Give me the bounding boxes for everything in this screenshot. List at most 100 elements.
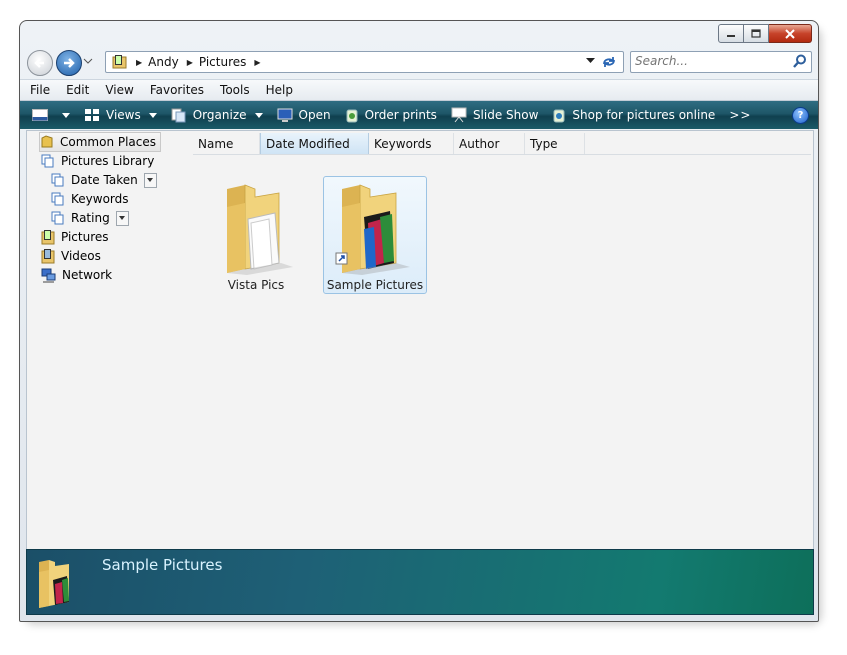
order-prints-button[interactable]: Order prints — [345, 107, 437, 123]
folder-icon — [335, 184, 410, 275]
column-type[interactable]: Type — [525, 133, 585, 154]
slide-show-icon — [451, 107, 467, 123]
maximize-button[interactable] — [744, 24, 769, 43]
menu-favorites[interactable]: Favorites — [150, 83, 204, 97]
breadcrumb-separator-icon[interactable]: ▶ — [187, 58, 193, 67]
tree-label: Keywords — [71, 192, 129, 206]
rating-dropdown[interactable] — [115, 210, 129, 226]
minimize-button[interactable] — [718, 24, 744, 43]
column-name[interactable]: Name — [193, 133, 260, 154]
order-prints-icon — [346, 109, 358, 123]
organize-button[interactable]: Organize — [171, 107, 263, 123]
library-icon — [51, 211, 64, 225]
library-icon — [41, 154, 54, 168]
menu-view[interactable]: View — [105, 83, 133, 97]
views-icon — [85, 109, 99, 121]
menu-edit[interactable]: Edit — [66, 83, 89, 97]
chevron-down-icon — [62, 112, 70, 118]
search-icon[interactable] — [793, 54, 807, 68]
file-label: Sample Pictures — [326, 278, 424, 292]
library-icon — [51, 173, 64, 187]
search-input[interactable] — [635, 53, 785, 69]
details-pane: Sample Pictures — [26, 549, 814, 615]
folder-icon — [227, 184, 293, 275]
open-label: Open — [298, 108, 331, 122]
navigation-bar: ▶ Andy ▶ Pictures ▶ — [20, 49, 818, 76]
tree-item-rating[interactable]: Rating — [51, 209, 129, 227]
arrow-right-icon — [64, 58, 75, 68]
breadcrumb: ▶ Andy ▶ Pictures ▶ — [136, 52, 267, 72]
pictures-folder-icon — [41, 230, 55, 245]
minimize-icon — [727, 34, 735, 37]
monitor-icon — [277, 108, 292, 122]
tree-item-date-taken[interactable]: Date Taken — [51, 171, 157, 189]
column-author[interactable]: Author — [454, 133, 525, 154]
maximize-icon — [751, 29, 761, 38]
refresh-icon[interactable] — [601, 55, 617, 69]
folder-sample-pictures[interactable]: Sample Pictures — [323, 176, 427, 294]
tree-item-keywords[interactable]: Keywords — [51, 190, 129, 208]
date-taken-dropdown[interactable] — [143, 172, 157, 188]
views-label: Views — [106, 108, 141, 122]
shop-online-label: Shop for pictures online — [572, 108, 716, 122]
network-icon — [41, 268, 56, 282]
back-button[interactable] — [27, 50, 53, 76]
layout-icon — [32, 109, 48, 121]
tree-item-common-places[interactable]: Common Places — [39, 132, 162, 152]
videos-folder-icon — [41, 249, 55, 264]
column-date-modified[interactable]: Date Modified — [260, 133, 369, 154]
menu-file[interactable]: File — [30, 83, 50, 97]
file-label: Vista Pics — [227, 278, 285, 292]
slide-show-button[interactable]: Slide Show — [451, 107, 538, 123]
organize-label: Organize — [192, 108, 247, 122]
common-places-icon — [41, 135, 53, 148]
recent-pages-dropdown-icon[interactable] — [83, 58, 93, 64]
search-box — [630, 51, 812, 73]
library-icon — [51, 192, 64, 206]
views-button[interactable]: Views — [84, 108, 157, 122]
column-keywords[interactable]: Keywords — [369, 133, 454, 154]
menu-help[interactable]: Help — [266, 83, 293, 97]
layout-button[interactable] — [32, 109, 70, 121]
close-icon — [785, 28, 795, 39]
command-bar: Views Organize Open Order prints Slide S… — [20, 101, 818, 129]
tree-item-videos[interactable]: Videos — [41, 247, 101, 265]
forward-button[interactable] — [56, 50, 82, 76]
folder-vista-pics[interactable]: Vista Pics — [205, 177, 307, 293]
menu-bar: File Edit View Favorites Tools Help — [20, 79, 818, 101]
content-area: Common Places Pictures Library Date Take… — [26, 130, 814, 551]
tree-label: Network — [62, 268, 113, 282]
organize-icon — [171, 108, 186, 123]
shop-online-button[interactable]: Shop for pictures online — [552, 107, 715, 123]
address-bar[interactable]: ▶ Andy ▶ Pictures ▶ — [105, 51, 624, 73]
chevron-down-icon — [119, 216, 126, 220]
shop-icon — [553, 109, 565, 123]
breadcrumb-andy[interactable]: Andy — [148, 55, 179, 69]
breadcrumb-separator-icon[interactable]: ▶ — [136, 58, 142, 67]
breadcrumb-separator-icon[interactable]: ▶ — [254, 58, 260, 67]
more-commands-button[interactable]: >> — [729, 108, 751, 122]
chevron-down-icon — [148, 112, 157, 118]
order-prints-label: Order prints — [364, 108, 437, 122]
tree-label: Date Taken — [71, 173, 138, 187]
tree-label: Common Places — [60, 135, 157, 149]
tree-label: Rating — [71, 211, 110, 225]
tree-label: Videos — [61, 249, 101, 263]
menu-tools[interactable]: Tools — [220, 83, 250, 97]
tree-label: Pictures Library — [61, 154, 155, 168]
address-dropdown-icon[interactable] — [586, 58, 595, 64]
chevron-down-icon — [254, 112, 263, 118]
close-button[interactable] — [769, 24, 812, 43]
open-button[interactable]: Open — [277, 108, 331, 123]
caption-buttons — [718, 24, 812, 43]
breadcrumb-pictures[interactable]: Pictures — [199, 55, 247, 69]
tree-item-network[interactable]: Network — [41, 266, 112, 284]
chevron-down-icon — [147, 178, 154, 182]
tree-item-pictures-library[interactable]: Pictures Library — [41, 152, 154, 170]
column-headers: Name Date Modified Keywords Author Type — [193, 133, 811, 155]
tree-label: Pictures — [61, 230, 109, 244]
tree-item-pictures[interactable]: Pictures — [41, 228, 109, 246]
slide-show-label: Slide Show — [472, 108, 539, 122]
explorer-window: ▶ Andy ▶ Pictures ▶ File Edit View Favor… — [19, 20, 819, 622]
help-button[interactable]: ? — [792, 107, 809, 124]
